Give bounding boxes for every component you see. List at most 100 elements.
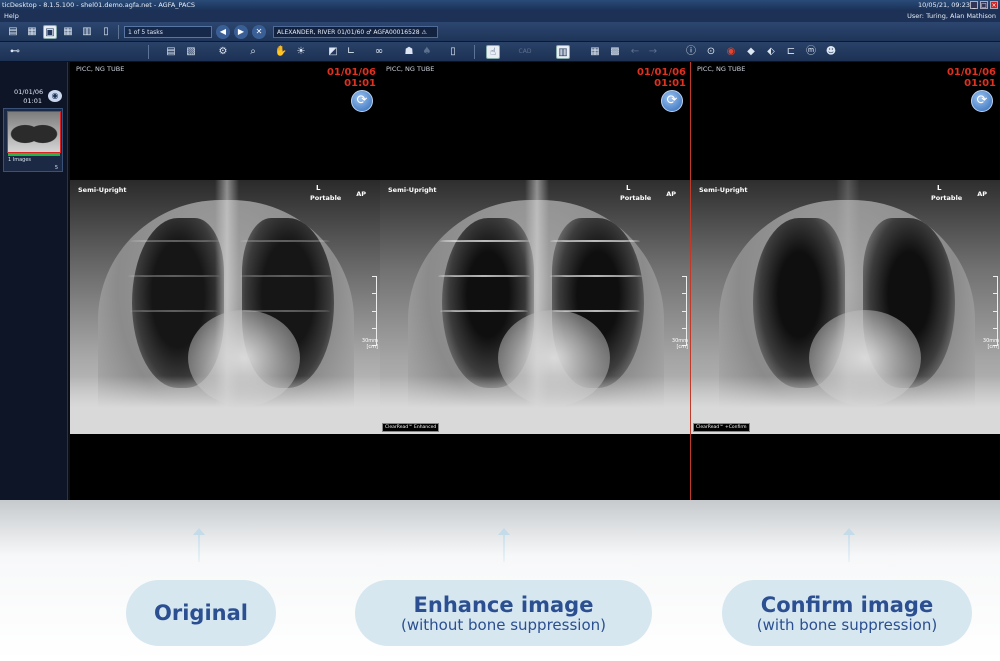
- clipboard-icon[interactable]: ▤: [6, 25, 20, 39]
- sidebar-toggle-icon[interactable]: ▥: [556, 45, 570, 59]
- layout-grid-icon[interactable]: ▦: [61, 25, 75, 39]
- close-task-icon[interactable]: ✕: [252, 25, 266, 39]
- back-arrow-icon[interactable]: ←: [628, 45, 642, 59]
- study-date: 01/01/06: [14, 88, 44, 96]
- study-time: 01:01: [23, 97, 42, 105]
- menu-help[interactable]: Help: [4, 12, 19, 20]
- clinical-note: PICC, NG TUBE: [386, 65, 435, 73]
- maximize-icon[interactable]: □: [980, 1, 988, 9]
- series-icon[interactable]: ▤: [164, 45, 178, 59]
- projection-label: AP: [977, 190, 987, 198]
- caption-confirm: Confirm image (with bone suppression): [722, 580, 972, 646]
- record-icon[interactable]: ◉: [724, 45, 738, 59]
- measure-angle-icon[interactable]: ∟: [344, 45, 358, 59]
- xray-rib: [550, 275, 642, 277]
- caption-subtitle: (without bone suppression): [401, 616, 606, 634]
- key-image-icon[interactable]: ▧: [184, 45, 198, 59]
- sync-icon[interactable]: ⟳: [351, 90, 373, 112]
- app-root: ticDesktop - 8.1.5.100 - shel01.demo.agf…: [0, 0, 1000, 661]
- ruler-icon[interactable]: ⬖: [764, 45, 778, 59]
- worklist-icon[interactable]: ▦: [25, 25, 39, 39]
- grid-layout-icon[interactable]: ▦: [588, 45, 602, 59]
- book-icon[interactable]: ⊏: [784, 45, 798, 59]
- caption-enhance: Enhance image (without bone suppression): [355, 580, 652, 646]
- image-toolbar: ⊷ ▤ ▧ ⚙ ⌕ ✋ ☀ ◩ ∟ ∞ ☗ ♠ ▯ ☝ CAD ▥ ▦ ▩ ← …: [0, 42, 1000, 62]
- stack-icon[interactable]: ▯: [446, 45, 460, 59]
- eye-icon[interactable]: ◉: [48, 90, 62, 102]
- caption-title: Original: [154, 601, 248, 625]
- study-datetime: 01/01/06 01:01: [14, 88, 44, 106]
- glasses-icon[interactable]: ⊷: [8, 45, 22, 59]
- link-icon[interactable]: ∞: [372, 45, 386, 59]
- invert-icon[interactable]: ◩: [326, 45, 340, 59]
- viewport-original[interactable]: PICC, NG TUBE 01/01/06 01:01 ⟳ Semi-Uprig…: [70, 62, 380, 500]
- reset-icon[interactable]: ⊙: [704, 45, 718, 59]
- layout-1x1-icon[interactable]: ▣: [43, 25, 57, 39]
- scale-ruler: [992, 276, 998, 346]
- close-icon[interactable]: ×: [990, 1, 998, 9]
- user-label: User: Turing, Alan Mathison: [907, 12, 996, 20]
- xray-abdomen: [70, 376, 380, 434]
- lungs-icon[interactable]: ♠: [420, 45, 434, 59]
- document-icon[interactable]: ▯: [99, 25, 113, 39]
- forward-arrow-icon[interactable]: →: [646, 45, 660, 59]
- position-label: Semi-Upright: [388, 186, 437, 194]
- position-label: Semi-Upright: [699, 186, 748, 194]
- image-date: 01/01/06: [946, 67, 996, 78]
- arrow-up-icon: [498, 528, 510, 562]
- xray-rib: [550, 240, 640, 242]
- scale-label: 30mm [cm]: [982, 338, 999, 350]
- xray-rib: [130, 240, 220, 242]
- scale-ruler: [681, 276, 687, 346]
- pacs-window: ticDesktop - 8.1.5.100 - shel01.demo.agf…: [0, 0, 1000, 500]
- presets-icon[interactable]: ⚙: [216, 45, 230, 59]
- projection-label: AP: [356, 190, 366, 198]
- series-thumbnail[interactable]: 1 Images 5: [3, 108, 63, 172]
- window-title: ticDesktop - 8.1.5.100 - shel01.demo.agf…: [2, 1, 196, 9]
- laterality-marker: L: [316, 184, 321, 192]
- processing-tag: ClearRead™ Enhanced: [382, 423, 440, 432]
- image-datetime: 01/01/06 01:01: [327, 67, 376, 89]
- caption-title: Enhance image: [413, 593, 594, 617]
- pan-hand-icon[interactable]: ✋: [274, 45, 288, 59]
- shape-icon[interactable]: ◆: [744, 45, 758, 59]
- scale-label: 30mm [cm]: [361, 338, 378, 350]
- window-level-icon[interactable]: ☀: [294, 45, 308, 59]
- chest-xray-image: Semi-Upright L Portable AP 30mm [cm] Cle…: [691, 180, 1000, 434]
- cad-button[interactable]: CAD: [508, 45, 542, 59]
- m-icon[interactable]: ⓜ: [804, 45, 818, 59]
- toolbar-divider: [118, 25, 119, 39]
- tile-layout-icon[interactable]: ▩: [608, 45, 622, 59]
- xray-rib: [440, 310, 528, 312]
- portable-label: Portable: [310, 194, 342, 202]
- hand-select-icon[interactable]: ☝: [486, 45, 500, 59]
- mask-icon[interactable]: ☻: [824, 45, 838, 59]
- viewport-confirm[interactable]: PICC, NG TUBE 01/01/06 01:01 ⟳ Semi-Uprig…: [690, 62, 1000, 500]
- sync-icon[interactable]: ⟳: [971, 90, 993, 112]
- image-time: 01:01: [344, 78, 376, 89]
- thumbnail-count: 5: [54, 165, 58, 171]
- portable-label: Portable: [620, 194, 652, 202]
- xray-rib: [552, 310, 640, 312]
- menu-bar: Help User: Turing, Alan Mathison: [0, 10, 1000, 22]
- task-selector[interactable]: 1 of 5 tasks: [124, 26, 212, 38]
- previous-task-icon[interactable]: ◀: [216, 25, 230, 39]
- info-icon[interactable]: ⓘ: [684, 45, 698, 59]
- next-task-icon[interactable]: ▶: [234, 25, 248, 39]
- scale-label: 30mm [cm]: [671, 338, 688, 350]
- zoom-icon[interactable]: ⌕: [246, 45, 260, 59]
- processing-tag: ClearRead™ +Confirm: [693, 423, 750, 432]
- chest-xray-image: Semi-Upright L Portable AP 30mm [cm] Cle…: [380, 180, 690, 434]
- window-controls: _ □ ×: [970, 1, 998, 9]
- main-toolbar: ▤ ▦ ▣ ▦ ▥ ▯ 1 of 5 tasks ◀ ▶ ✕ ALEXANDER…: [0, 22, 1000, 42]
- toolbar-divider: [474, 45, 475, 59]
- sync-icon[interactable]: ⟳: [661, 90, 683, 112]
- image-datetime: 01/01/06 01:01: [947, 67, 996, 89]
- chart-icon[interactable]: ▥: [80, 25, 94, 39]
- anatomy-icon[interactable]: ☗: [402, 45, 416, 59]
- image-date: 01/01/06: [326, 67, 376, 78]
- caption-subtitle: (with bone suppression): [756, 616, 938, 634]
- viewport-enhanced[interactable]: PICC, NG TUBE 01/01/06 01:01 ⟳ Semi-Uprig…: [380, 62, 690, 500]
- minimize-icon[interactable]: _: [970, 1, 978, 9]
- toolbar-divider: [148, 45, 149, 59]
